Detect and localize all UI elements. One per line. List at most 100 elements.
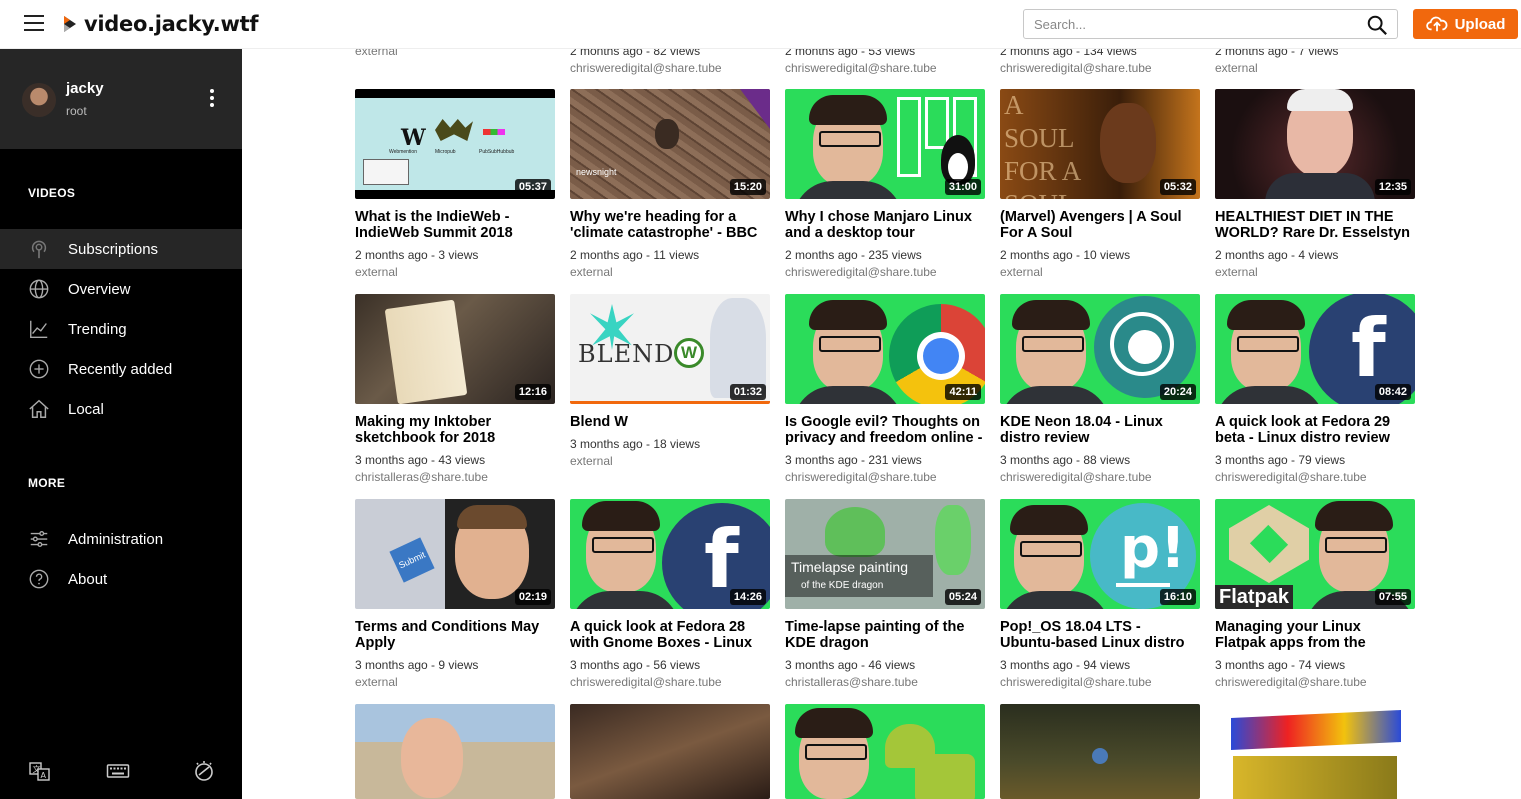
presenter-body	[1215, 386, 1325, 404]
video-title[interactable]: What is the IndieWeb - IndieWeb Summit 2…	[355, 209, 555, 241]
presenter-body	[570, 591, 680, 609]
video-account[interactable]: chriswere​digital@share.tube	[1000, 61, 1152, 75]
video-account[interactable]: external	[1000, 265, 1043, 279]
dragon-figure	[935, 505, 971, 575]
tux-icon	[941, 135, 975, 185]
video-title[interactable]: Why I chose Manjaro Linux and a desktop …	[785, 209, 985, 241]
site-logo[interactable]: video.jacky.wtf	[62, 12, 258, 36]
keyboard-icon[interactable]	[106, 759, 130, 783]
presenter-face	[1010, 505, 1088, 596]
video-account[interactable]: chriswere​digital@share.tube	[1000, 470, 1152, 484]
video-title[interactable]: Time-lapse painting of the KDE dragon	[785, 619, 985, 651]
video-thumbnail[interactable]: W Webmention Micropub PubSubHubbub 05:37	[355, 89, 555, 199]
video-account[interactable]: chriswere​digital@share.tube	[570, 61, 722, 75]
video-title[interactable]: A quick look at Fedora 28 with Gnome Box…	[570, 619, 770, 651]
avatar[interactable]	[22, 83, 56, 117]
video-title[interactable]: A quick look at Fedora 29 beta - Linux d…	[1215, 414, 1415, 446]
video-thumbnail[interactable]: 12:16	[355, 294, 555, 404]
sidebar-item-overview[interactable]: Overview	[0, 269, 242, 309]
video-title[interactable]: Pop!_OS 18.04 LTS - Ubuntu-based Linux d…	[1000, 619, 1200, 651]
plus-circle-icon	[29, 359, 49, 379]
video-account[interactable]: christalleras@share.tube	[785, 675, 918, 689]
video-title[interactable]: Managing your Linux Flatpak apps from th…	[1215, 619, 1415, 651]
video-account[interactable]: chriswere​digital@share.tube	[1215, 675, 1367, 689]
video-account[interactable]: chriswere​digital@share.tube	[785, 61, 937, 75]
video-thumbnail[interactable]: 14:26	[570, 499, 770, 609]
webmention-label: Webmention	[389, 149, 417, 155]
child-figure	[655, 119, 679, 149]
video-account[interactable]: external	[355, 265, 398, 279]
more-vertical-icon[interactable]	[206, 89, 218, 109]
more-section-title: MORE	[28, 476, 66, 490]
video-thumbnail[interactable]	[785, 704, 985, 799]
video-duration: 31:00	[944, 179, 981, 195]
menu-icon[interactable]	[24, 15, 44, 33]
video-account[interactable]: chriswere​digital@share.tube	[1000, 675, 1152, 689]
video-thumbnail[interactable]: BLEND· W 01:32	[570, 294, 770, 404]
soul-title-art: A SOUL FOR A SOUL	[1004, 90, 1080, 199]
video-account[interactable]: external	[355, 675, 398, 689]
video-thumbnail[interactable]	[570, 704, 770, 799]
language-icon[interactable]: 文A	[28, 759, 52, 783]
video-account[interactable]: chriswere​digital@share.tube	[1215, 470, 1367, 484]
globe-icon	[29, 279, 49, 299]
video-title[interactable]: Terms and Conditions May Apply	[355, 619, 555, 651]
video-thumbnail[interactable]: 12:35	[1215, 89, 1415, 199]
podcast-icon	[31, 240, 47, 259]
video-thumbnail[interactable]	[1000, 704, 1200, 799]
video-thumbnail[interactable]: Flatpak 07:55	[1215, 499, 1415, 609]
video-title[interactable]: HEALTHIEST DIET IN THE WORLD? Rare Dr. E…	[1215, 209, 1415, 241]
video-account[interactable]: external	[570, 454, 613, 468]
video-thumbnail[interactable]: 08:42	[1215, 294, 1415, 404]
sidebar-item-about[interactable]: About	[0, 559, 242, 599]
video-title[interactable]: Making my Inktober sketchbook for 2018	[355, 414, 555, 446]
video-thumbnail[interactable]: 20:24	[1000, 294, 1200, 404]
logo-icon	[62, 14, 80, 34]
sidebar-item-subscriptions[interactable]: Subscriptions	[0, 229, 242, 269]
sidebar-item-local[interactable]: Local	[0, 389, 242, 429]
sidebar-item-recently-added[interactable]: Recently added	[0, 349, 242, 389]
blitz-banner	[1233, 756, 1397, 799]
video-title[interactable]: (Marvel) Avengers | A Soul For A Soul	[1000, 209, 1200, 241]
video-thumbnail[interactable]: p! 16:10	[1000, 499, 1200, 609]
search-input[interactable]	[1024, 10, 1344, 38]
video-title[interactable]: Blend W	[570, 414, 770, 430]
upload-button[interactable]: Upload	[1413, 9, 1518, 39]
video-account[interactable]: chriswere​digital@share.tube	[785, 470, 937, 484]
video-account[interactable]: chriswere​digital@share.tube	[785, 265, 937, 279]
video-meta: 2 months ago - 11 views	[570, 248, 700, 262]
video-duration: 16:10	[1159, 589, 1196, 605]
video-thumbnail[interactable]: newsnight 15:20	[570, 89, 770, 199]
video-thumbnail[interactable]: Submit 02:19	[355, 499, 555, 609]
user-name[interactable]: jacky	[66, 80, 104, 97]
video-meta: 2 months ago - 3 views	[355, 248, 479, 262]
video-thumbnail[interactable]	[355, 704, 555, 799]
svg-text:A: A	[41, 771, 47, 780]
sidebar-item-administration[interactable]: Administration	[0, 519, 242, 559]
video-meta: 3 months ago - 46 views	[785, 658, 916, 672]
video-meta: 3 months ago - 9 views	[355, 658, 479, 672]
micropub-label: Micropub	[435, 149, 456, 155]
video-title[interactable]: KDE Neon 18.04 - Linux distro review	[1000, 414, 1200, 446]
micropub-logo	[435, 119, 473, 141]
video-account[interactable]: external	[1215, 61, 1258, 75]
video-account[interactable]: external	[1215, 265, 1258, 279]
video-account[interactable]: external	[570, 265, 613, 279]
video-thumbnail[interactable]: A SOUL FOR A SOUL 05:32	[1000, 89, 1200, 199]
video-title[interactable]: Why we're heading for a 'climate catastr…	[570, 209, 770, 241]
sidebar-item-trending[interactable]: Trending	[0, 309, 242, 349]
video-thumbnail[interactable]: 42:11	[785, 294, 985, 404]
video-meta: 3 months ago - 74 views	[1215, 658, 1346, 672]
video-thumbnail[interactable]: 31:00	[785, 89, 985, 199]
video-account[interactable]: chriswere​digital@share.tube	[570, 675, 722, 689]
search-icon[interactable]	[1366, 14, 1388, 36]
video-title[interactable]: Is Google evil? Thoughts on privacy and …	[785, 414, 985, 446]
videos-section-title: VIDEOS	[28, 186, 76, 200]
video-thumbnail[interactable]: Timelapse painting of the KDE dragon 05:…	[785, 499, 985, 609]
theme-icon[interactable]	[192, 759, 216, 783]
video-account[interactable]: christalleras@share.tube	[355, 470, 488, 484]
video-thumbnail[interactable]	[1215, 704, 1415, 799]
character-figure	[1100, 103, 1156, 183]
presenter-body	[1265, 173, 1375, 199]
indieweb-logo: W	[401, 125, 426, 151]
